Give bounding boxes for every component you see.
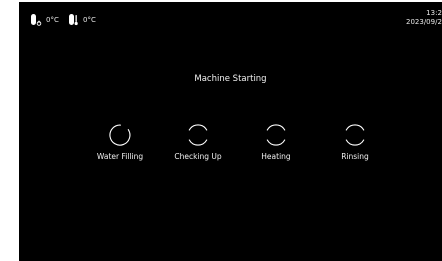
- step-label: Heating: [261, 152, 291, 161]
- page-title: Machine Starting: [194, 74, 267, 84]
- step-label: Water Filling: [96, 152, 144, 161]
- temperature-sensor-2: 0°C: [68, 13, 96, 27]
- thermometer-drop-icon: [31, 14, 42, 26]
- clock-time: 13:2: [426, 9, 442, 17]
- machine-screen: 0°C 0°C 13:2 2023/09/2 Machine Starting …: [19, 2, 442, 261]
- pending-ring-icon: [188, 124, 208, 146]
- step-water-filling: Water Filling: [80, 122, 160, 161]
- step-rinsing: Rinsing: [315, 122, 395, 161]
- temperature-value-1: 0°C: [46, 16, 59, 24]
- step-label: Checking Up: [174, 152, 222, 161]
- startup-steps: Water Filling Checking Up Heating Rinsin…: [19, 122, 442, 182]
- clock: 13:2 2023/09/2: [406, 9, 442, 27]
- step-heating: Heating: [236, 122, 316, 161]
- temperature-sensor-1: 0°C: [30, 13, 59, 27]
- step-checking-up: Checking Up: [158, 122, 238, 161]
- clock-date: 2023/09/2: [406, 18, 442, 26]
- thermometer-icon: [69, 14, 78, 26]
- pending-ring-icon: [266, 124, 286, 146]
- temperature-value-2: 0°C: [83, 16, 96, 24]
- step-label: Rinsing: [341, 152, 369, 161]
- spinner-icon: [109, 124, 131, 146]
- pending-ring-icon: [345, 124, 365, 146]
